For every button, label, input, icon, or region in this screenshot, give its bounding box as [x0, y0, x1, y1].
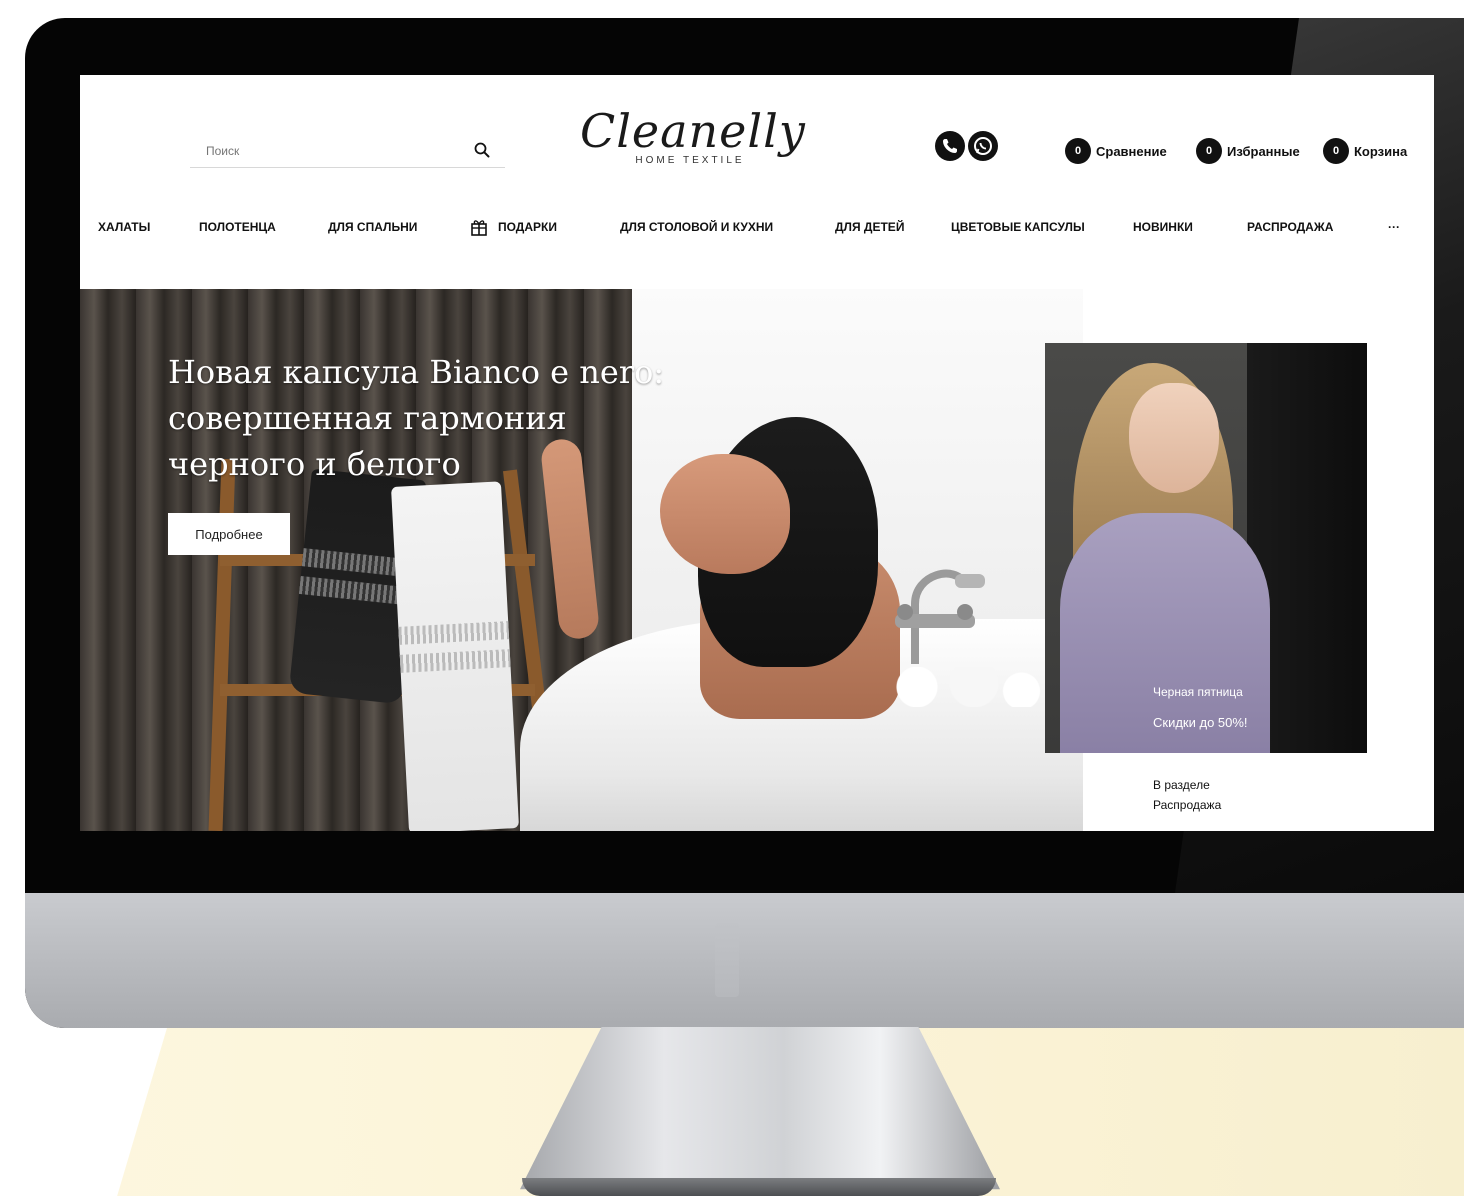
nav-item-bedroom[interactable]: ДЛЯ СПАЛЬНИ — [328, 217, 417, 237]
favorites-badge: 0 — [1196, 138, 1222, 164]
hero-details-button[interactable]: Подробнее — [168, 513, 290, 555]
hero-title-line2: совершенная гармония — [168, 399, 567, 437]
monitor-logo-mark — [715, 923, 739, 997]
hero-banner[interactable]: Новая капсула Bianco e nero: совершенная… — [80, 289, 1083, 831]
nav-item-towels[interactable]: ПОЛОТЕНЦА — [199, 217, 276, 237]
hero-title-line3: черного и белого — [168, 445, 461, 483]
promo-title: Черная пятница — [1153, 685, 1243, 699]
cart-counter[interactable]: 0 Корзина — [1323, 135, 1407, 167]
nav-more-button[interactable]: ··· — [1388, 217, 1400, 237]
compare-label: Сравнение — [1096, 143, 1167, 159]
bath-foam — [860, 667, 1050, 707]
whatsapp-icon[interactable] — [968, 131, 998, 161]
compare-counter[interactable]: 0 Сравнение — [1065, 135, 1167, 167]
contact-icons — [935, 131, 1005, 163]
promo-card[interactable]: Черная пятница Скидки до 50%! — [1045, 343, 1367, 753]
nav-item-gifts[interactable]: ПОДАРКИ — [470, 217, 557, 237]
search-input[interactable] — [204, 139, 458, 163]
nav-item-kids[interactable]: ДЛЯ ДЕТЕЙ — [835, 217, 904, 237]
cart-label: Корзина — [1354, 143, 1408, 159]
hero-title: Новая капсула Bianco e nero: совершенная… — [168, 349, 688, 487]
search-icon[interactable] — [473, 141, 491, 159]
monitor-stand-base — [522, 1178, 996, 1196]
hero-title-line1: Новая капсула Bianco e nero: — [168, 353, 665, 391]
nav-item-dining-kitchen[interactable]: ДЛЯ СТОЛОВОЙ И КУХНИ — [620, 217, 773, 237]
cart-badge: 0 — [1323, 138, 1349, 164]
towel-stripe — [398, 621, 510, 645]
header-counters: 0 Сравнение 0 Избранные 0 Корзина — [1065, 135, 1434, 169]
phone-icon[interactable] — [935, 131, 965, 161]
brand-logo[interactable]: Cleanelly HOME TEXTILE — [580, 104, 806, 185]
favorites-label: Избранные — [1227, 143, 1300, 159]
gift-icon — [471, 220, 487, 236]
towel-stripe — [399, 649, 511, 673]
nav-item-gifts-label: ПОДАРКИ — [498, 220, 557, 234]
promo-note-line1: В разделе — [1153, 778, 1210, 792]
favorites-counter[interactable]: 0 Избранные — [1196, 135, 1300, 167]
promo-model-face — [1129, 383, 1219, 493]
promo-discount: Скидки до 50%! — [1153, 715, 1248, 730]
brand-name: Cleanelly — [580, 104, 806, 158]
nav-item-new[interactable]: НОВИНКИ — [1133, 217, 1193, 237]
monitor-chin — [25, 893, 1464, 1028]
faucet-illustration — [895, 569, 985, 664]
main-nav: ХАЛАТЫ ПОЛОТЕНЦА ДЛЯ СПАЛЬНИ ПОДАРКИ ДЛЯ… — [80, 215, 1434, 239]
compare-badge: 0 — [1065, 138, 1091, 164]
nav-item-color-capsules[interactable]: ЦВЕТОВЫЕ КАПСУЛЫ — [951, 217, 1085, 237]
search-bar — [190, 135, 505, 168]
monitor-stand — [520, 1027, 1000, 1190]
nav-item-sale[interactable]: РАСПРОДАЖА — [1247, 217, 1333, 237]
promo-note-line2: Распродажа — [1153, 798, 1222, 812]
website-screen: Cleanelly HOME TEXTILE 0 Сравнение 0 Изб… — [80, 75, 1434, 831]
nav-item-robes[interactable]: ХАЛАТЫ — [98, 217, 150, 237]
promo-sale-link[interactable]: В разделе Распродажа — [1153, 775, 1273, 815]
white-towel — [390, 481, 520, 831]
